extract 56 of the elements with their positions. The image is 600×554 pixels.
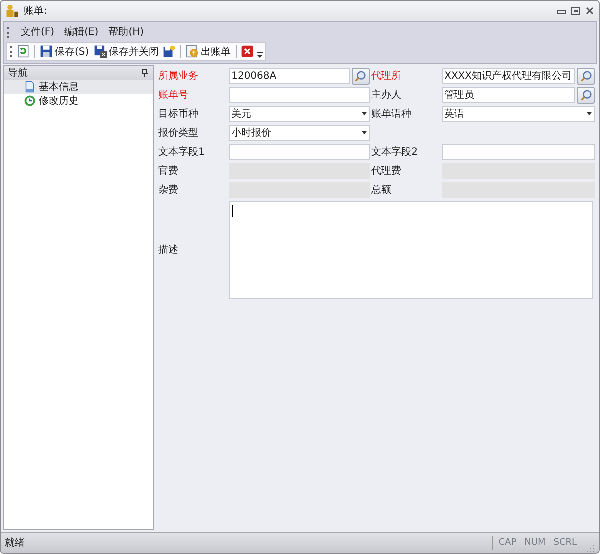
field-label: 总额: [372, 184, 393, 197]
input-field[interactable]: [228, 87, 370, 103]
field-label: 账单号: [158, 88, 190, 102]
key-indicator: SCRL: [554, 538, 577, 548]
app-icon: [5, 4, 19, 18]
dropdown-field[interactable]: 小时报价: [228, 125, 370, 141]
save-button[interactable]: 保存(S): [39, 44, 90, 58]
field-label: 报价类型: [158, 126, 200, 140]
search-button[interactable]: [577, 86, 595, 104]
field-label: 描述: [158, 244, 180, 257]
document-coin-icon: [186, 45, 200, 58]
input-field[interactable]: [442, 144, 595, 160]
document-icon: [24, 81, 36, 93]
field-label: 文本字段2: [372, 146, 419, 159]
field-label: 账单语种: [372, 108, 413, 121]
overflow-icon[interactable]: [257, 51, 264, 59]
dropdown-field[interactable]: 英语: [442, 106, 595, 122]
navigation-title: 导航: [8, 66, 28, 80]
search-button[interactable]: [577, 68, 595, 84]
input-field[interactable]: 管理员: [442, 87, 575, 103]
close-icon[interactable]: [585, 6, 595, 16]
field-label: 所属业务: [158, 70, 200, 83]
save-close-button[interactable]: 保存并关闭: [93, 44, 160, 58]
floppy-disk-close-icon: [94, 45, 108, 58]
caret-icon[interactable]: [362, 112, 367, 116]
menu-item[interactable]: 文件(F): [21, 25, 55, 39]
field-label: 代理费: [372, 164, 403, 178]
menu-item[interactable]: 编辑(E): [64, 25, 99, 39]
dropdown-field[interactable]: 美元: [228, 106, 370, 122]
field-label: 杂费: [158, 184, 180, 197]
input-field[interactable]: XXXX知识产权代理有限公司: [442, 68, 575, 84]
bill-button[interactable]: 出账单: [185, 44, 232, 58]
pin-icon[interactable]: [140, 69, 149, 77]
search-button[interactable]: [352, 68, 370, 84]
field-label: 文本字段1: [158, 146, 206, 159]
caret-icon[interactable]: [587, 112, 592, 116]
clock-icon: [24, 95, 36, 107]
status-text: 就绪: [5, 536, 25, 550]
description-field[interactable]: [228, 201, 593, 299]
refresh-icon[interactable]: [17, 45, 30, 58]
field-label: 主办人: [372, 88, 403, 102]
field-label: 代理所: [372, 70, 403, 83]
input-field[interactable]: [228, 144, 370, 160]
nav-item[interactable]: 修改历史: [4, 94, 153, 108]
delete-icon[interactable]: [241, 45, 254, 58]
key-indicator: CAP: [498, 538, 517, 548]
window-title: 账单:: [24, 4, 48, 18]
input-field[interactable]: 120068A: [228, 68, 350, 84]
resize-grip-icon[interactable]: [585, 543, 595, 553]
nav-item[interactable]: 基本信息: [4, 80, 153, 94]
caret-icon[interactable]: [362, 131, 367, 135]
field-label: 官费: [158, 164, 180, 178]
menu-item[interactable]: 帮助(H): [108, 25, 144, 39]
field-label: 目标币种: [158, 108, 200, 121]
restore-icon[interactable]: [571, 6, 581, 16]
key-indicator: NUM: [524, 538, 546, 548]
